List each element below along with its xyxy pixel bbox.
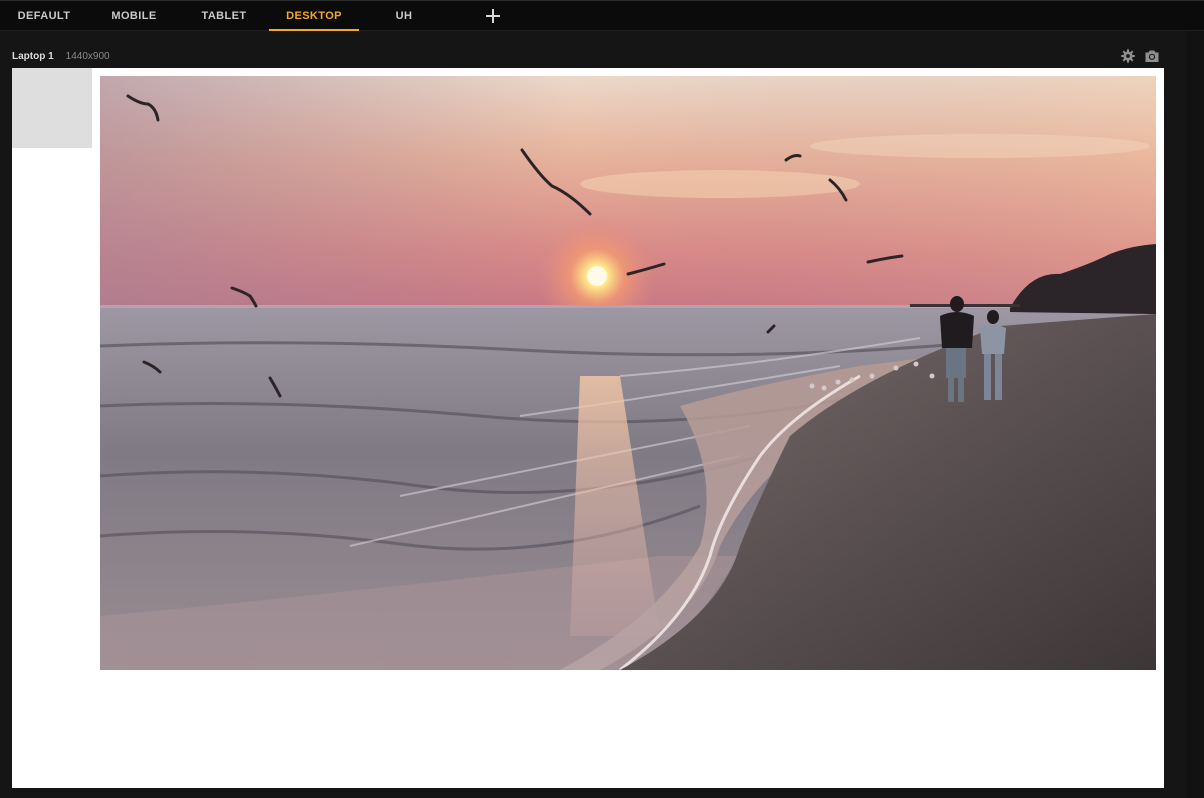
device-resolution: 1440x900 [65, 50, 110, 62]
device-tab-bar: DEFAULT MOBILE TABLET DESKTOP UH [0, 0, 1204, 31]
sunset-beach-image [100, 76, 1156, 670]
device-name: Laptop 1 [12, 50, 54, 62]
tab-tablet[interactable]: TABLET [180, 1, 268, 31]
workspace-scrollbar[interactable] [1186, 31, 1204, 798]
device-viewport [12, 68, 1164, 788]
placeholder-block [12, 68, 92, 148]
camera-icon[interactable] [1144, 48, 1160, 64]
gear-icon[interactable] [1120, 48, 1136, 64]
tab-uh[interactable]: UH [359, 1, 449, 31]
plus-icon[interactable] [482, 5, 504, 27]
tab-mobile[interactable]: MOBILE [88, 1, 180, 31]
tab-desktop[interactable]: DESKTOP [269, 1, 359, 31]
device-header: Laptop 1 1440x900 [12, 49, 110, 63]
tab-default[interactable]: DEFAULT [0, 1, 88, 31]
